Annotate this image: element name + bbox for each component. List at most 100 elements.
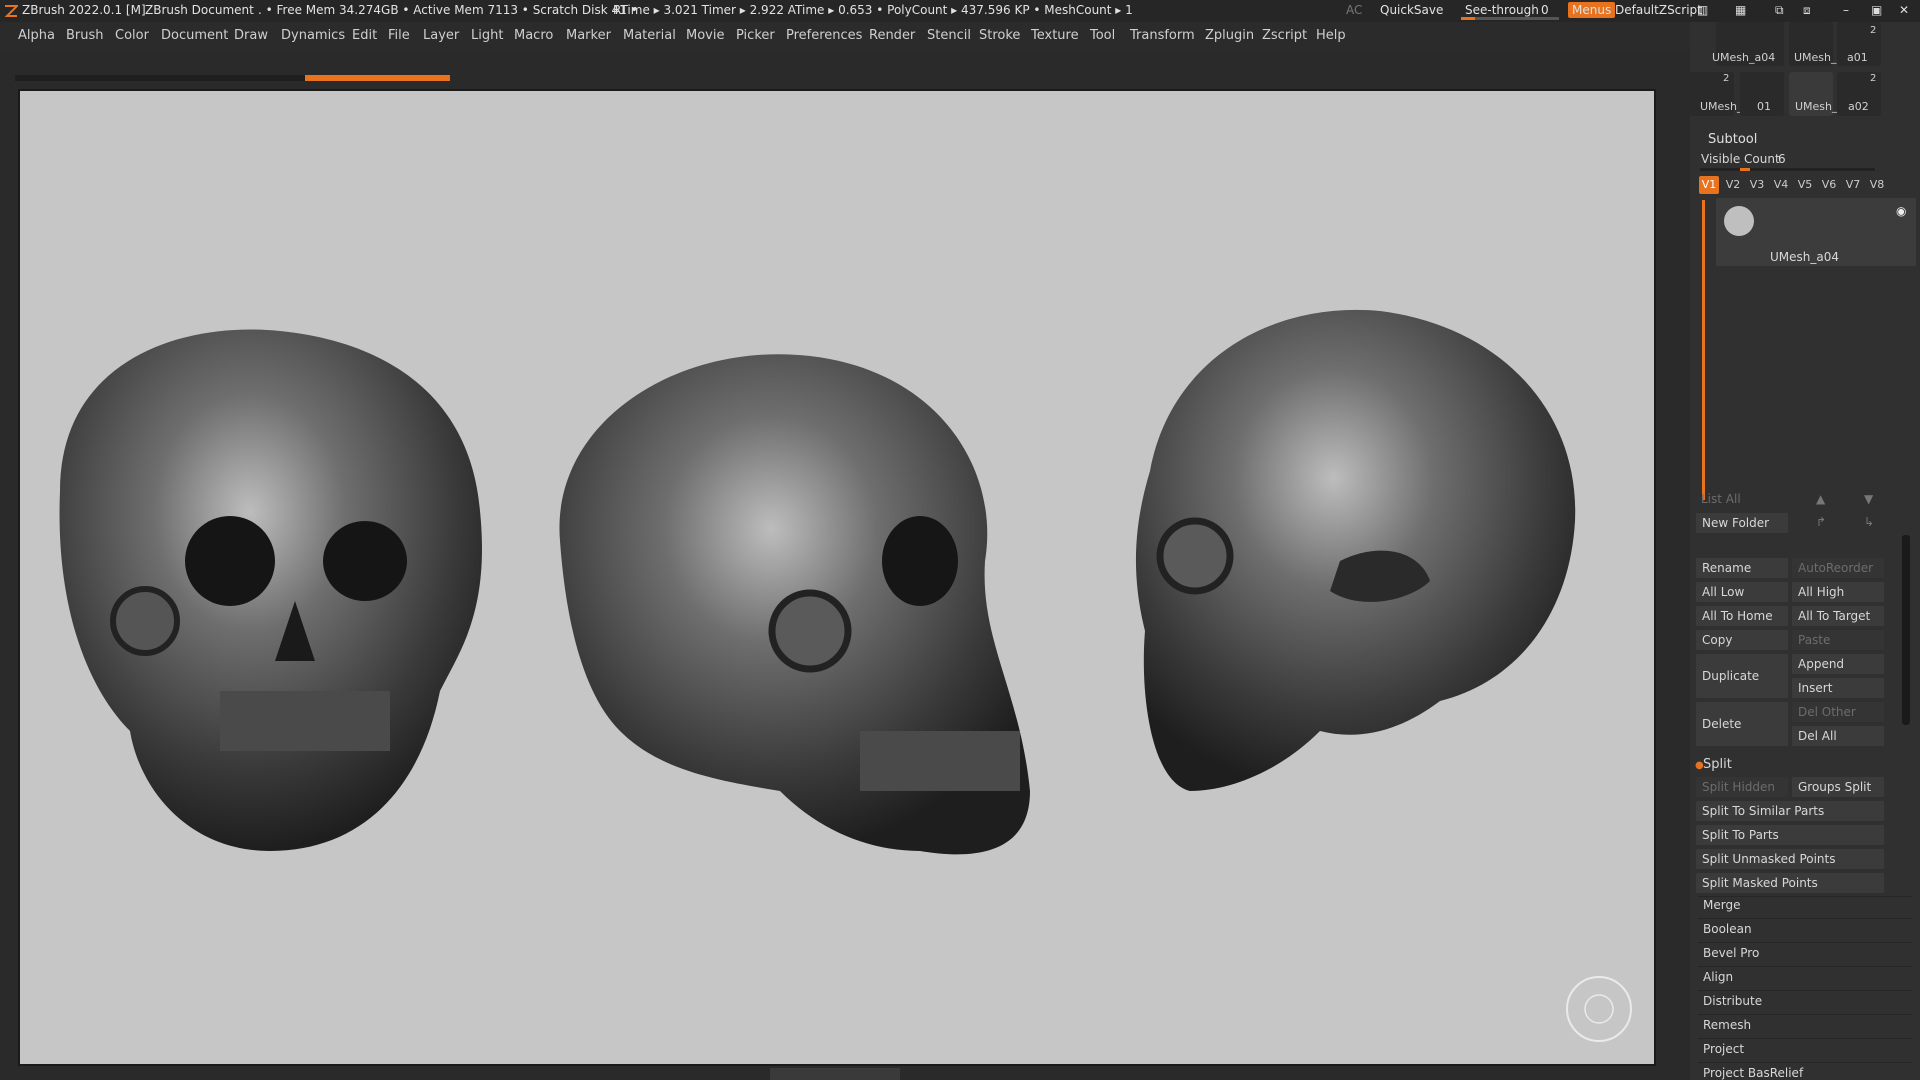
view-v4-button[interactable]: V4 (1771, 176, 1791, 194)
del-all-button[interactable]: Del All (1792, 726, 1884, 746)
auto-reorder-button[interactable]: AutoReorder (1792, 558, 1884, 578)
menu-color[interactable]: Color (115, 28, 149, 43)
duplicate-button[interactable]: Duplicate (1696, 654, 1788, 698)
tool-thumb-label: UMesh_ (1795, 100, 1838, 113)
folder-arrow-icon[interactable]: ↱ (1816, 515, 1826, 529)
align-section[interactable]: Align (1703, 970, 1733, 984)
project-basrelief-section[interactable]: Project BasRelief (1703, 1066, 1803, 1080)
menu-light[interactable]: Light (471, 28, 503, 43)
tray-scrollbar[interactable] (1902, 535, 1910, 725)
split-to-parts-button[interactable]: Split To Parts (1696, 825, 1884, 845)
distribute-section[interactable]: Distribute (1703, 994, 1762, 1008)
zbrush-logo-icon (4, 5, 18, 17)
menu-dynamics[interactable]: Dynamics (281, 28, 345, 43)
menu-alpha[interactable]: Alpha (18, 28, 55, 43)
menu-picker[interactable]: Picker (736, 28, 775, 43)
menu-movie[interactable]: Movie (686, 28, 724, 43)
subtool-item-umesh-a04[interactable]: ◉ UMesh_a04 (1716, 198, 1916, 266)
menu-render[interactable]: Render (869, 28, 915, 43)
subtool-header[interactable]: Subtool (1708, 132, 1757, 147)
eye-icon[interactable]: ◉ (1896, 204, 1906, 218)
navigation-gizmo-icon[interactable] (1566, 976, 1632, 1042)
document-title: ZBrush Document (145, 3, 254, 17)
boolean-section[interactable]: Boolean (1703, 922, 1752, 936)
maximize-icon[interactable]: ▣ (1871, 3, 1882, 17)
menu-marker[interactable]: Marker (566, 28, 611, 43)
menu-edit[interactable]: Edit (352, 28, 377, 43)
visible-count-value: 6 (1778, 152, 1786, 166)
layout-icon[interactable]: ▥ (1697, 3, 1708, 17)
move-up-icon[interactable]: ▲ (1816, 492, 1825, 506)
skull-three-quarter-view (559, 354, 1030, 855)
split-masked-points-button[interactable]: Split Masked Points (1696, 873, 1884, 893)
layout-2-icon[interactable]: ▦ (1735, 3, 1746, 17)
quicksave-button[interactable]: QuickSave (1380, 3, 1443, 17)
skull-side-view (1135, 309, 1576, 791)
menu-brush[interactable]: Brush (66, 28, 104, 43)
paste-button[interactable]: Paste (1792, 630, 1884, 650)
ui-settings-icon[interactable]: ⧉ (1775, 3, 1784, 18)
menu-file[interactable]: File (388, 28, 410, 43)
menu-zscript[interactable]: Zscript (1262, 28, 1307, 43)
menu-preferences[interactable]: Preferences (786, 28, 862, 43)
restore-icon[interactable]: ⧈ (1803, 3, 1811, 18)
merge-section[interactable]: Merge (1703, 898, 1740, 912)
viewport-canvas[interactable] (18, 89, 1656, 1066)
view-v2-button[interactable]: V2 (1723, 176, 1743, 194)
groups-split-button[interactable]: Groups Split (1792, 777, 1884, 797)
del-other-button[interactable]: Del Other (1792, 702, 1884, 722)
split-section-header[interactable]: Split (1703, 757, 1732, 772)
folder-out-icon[interactable]: ↳ (1864, 515, 1874, 529)
all-to-target-button[interactable]: All To Target (1792, 606, 1884, 626)
all-low-button[interactable]: All Low (1696, 582, 1788, 602)
all-to-home-button[interactable]: All To Home (1696, 606, 1788, 626)
view-v8-button[interactable]: V8 (1867, 176, 1887, 194)
remesh-section[interactable]: Remesh (1703, 1018, 1751, 1032)
document-tab-strip[interactable] (15, 75, 450, 81)
menu-zplugin[interactable]: Zplugin (1205, 28, 1254, 43)
list-all-button[interactable]: List All (1701, 492, 1741, 506)
split-hidden-button[interactable]: Split Hidden (1696, 777, 1788, 797)
subtool-list-scroll[interactable] (1702, 200, 1705, 500)
view-v5-button[interactable]: V5 (1795, 176, 1815, 194)
move-down-icon[interactable]: ▼ (1864, 492, 1873, 506)
view-v1-button[interactable]: V1 (1699, 176, 1719, 194)
tool-thumb-label: UMesh_ (1794, 51, 1837, 64)
menu-transform[interactable]: Transform (1130, 28, 1195, 43)
bevel-pro-section[interactable]: Bevel Pro (1703, 946, 1759, 960)
skull-models (59, 309, 1632, 1042)
menu-material[interactable]: Material (623, 28, 676, 43)
see-through-slider[interactable] (1461, 17, 1559, 20)
view-v6-button[interactable]: V6 (1819, 176, 1839, 194)
menu-stroke[interactable]: Stroke (979, 28, 1020, 43)
menu-stencil[interactable]: Stencil (927, 28, 971, 43)
memory-stats: . • Free Mem 34.274GB • Active Mem 7113 … (258, 3, 638, 17)
menu-help[interactable]: Help (1316, 28, 1346, 43)
minimize-icon[interactable]: – (1843, 3, 1849, 17)
visible-count-slider[interactable] (1700, 168, 1875, 171)
menu-macro[interactable]: Macro (514, 28, 553, 43)
menu-texture[interactable]: Texture (1031, 28, 1079, 43)
rename-button[interactable]: Rename (1696, 558, 1788, 578)
delete-button[interactable]: Delete (1696, 702, 1788, 746)
all-high-button[interactable]: All High (1792, 582, 1884, 602)
menu-document[interactable]: Document (161, 28, 228, 43)
close-icon[interactable]: ✕ (1899, 3, 1909, 17)
menu-layer[interactable]: Layer (423, 28, 459, 43)
split-unmasked-points-button[interactable]: Split Unmasked Points (1696, 849, 1884, 869)
menus-toggle[interactable]: Menus (1568, 2, 1616, 18)
ac-indicator: AC (1346, 3, 1363, 17)
menu-draw[interactable]: Draw (234, 28, 268, 43)
tool-thumb-badge: 2 (1723, 73, 1730, 84)
default-zscript-button[interactable]: DefaultZScript (1615, 3, 1702, 17)
view-v7-button[interactable]: V7 (1843, 176, 1863, 194)
insert-button[interactable]: Insert (1792, 678, 1884, 698)
copy-button[interactable]: Copy (1696, 630, 1788, 650)
append-button[interactable]: Append (1792, 654, 1884, 674)
split-similar-parts-button[interactable]: Split To Similar Parts (1696, 801, 1884, 821)
new-folder-button[interactable]: New Folder (1696, 513, 1788, 533)
view-v3-button[interactable]: V3 (1747, 176, 1767, 194)
menu-tool[interactable]: Tool (1090, 28, 1115, 43)
project-section[interactable]: Project (1703, 1042, 1744, 1056)
bottom-shelf-handle[interactable] (770, 1068, 900, 1080)
